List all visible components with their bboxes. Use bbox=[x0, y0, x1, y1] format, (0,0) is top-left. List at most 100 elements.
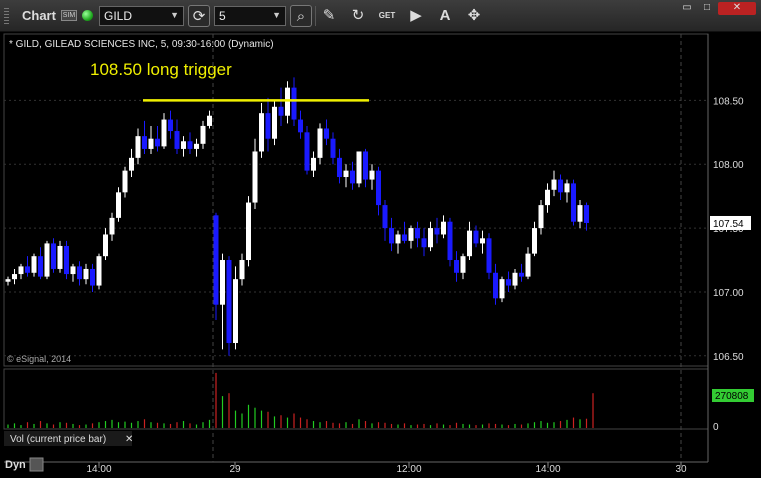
last-price-value: 107.54 bbox=[713, 219, 744, 230]
candle-body bbox=[512, 272, 518, 286]
text-icon[interactable]: A bbox=[434, 5, 456, 27]
copyright: © eSignal, 2014 bbox=[7, 354, 71, 364]
x-tick-label: 30 bbox=[675, 464, 687, 475]
candle-body bbox=[434, 228, 440, 235]
candle-body bbox=[252, 151, 258, 203]
candle-body bbox=[415, 228, 420, 239]
refresh-icon[interactable]: ⟳ bbox=[188, 5, 210, 27]
candle-body bbox=[408, 228, 414, 241]
candle-body bbox=[350, 170, 355, 184]
candle-body bbox=[259, 113, 264, 152]
last-volume-value: 270808 bbox=[715, 391, 749, 402]
search-icon[interactable]: ⌕ bbox=[290, 5, 312, 27]
candle-body bbox=[356, 151, 362, 184]
candle-body bbox=[213, 215, 219, 305]
candle-body bbox=[96, 256, 102, 286]
chart-header: * GILD, GILEAD SCIENCES INC, 5, 09:30-16… bbox=[9, 39, 274, 50]
candle-body bbox=[382, 205, 388, 229]
symbol-input[interactable]: GILD ▼ bbox=[99, 6, 184, 26]
candle-body bbox=[447, 221, 453, 261]
candle-body bbox=[25, 266, 30, 273]
candle-body bbox=[538, 205, 544, 229]
volume-panel-frame bbox=[3, 368, 709, 430]
candle-body bbox=[278, 106, 284, 116]
candle-body bbox=[168, 119, 173, 132]
candle-body bbox=[220, 260, 225, 305]
candle-body bbox=[181, 141, 186, 149]
get-icon[interactable]: GET bbox=[376, 5, 398, 27]
cycle-icon[interactable]: ↻ bbox=[347, 5, 369, 27]
candle-body bbox=[226, 260, 232, 344]
candle-body bbox=[135, 136, 141, 158]
candle-body bbox=[486, 238, 492, 273]
y-tick-label: 108.50 bbox=[713, 96, 744, 107]
candle-body bbox=[155, 138, 160, 147]
candle-body bbox=[311, 157, 316, 171]
candle-body bbox=[376, 170, 381, 206]
candle-body bbox=[272, 106, 277, 139]
pencil-icon[interactable]: ✎ bbox=[318, 5, 340, 27]
y-tick-label: 107.00 bbox=[713, 288, 744, 299]
minimize-button[interactable]: ▭ bbox=[678, 2, 696, 15]
candle-body bbox=[519, 272, 524, 277]
candle-body bbox=[467, 230, 472, 257]
candle-body bbox=[343, 170, 349, 178]
volume-bars bbox=[7, 372, 594, 428]
play-icon[interactable]: ▶ bbox=[405, 5, 427, 27]
maximize-button[interactable]: □ bbox=[698, 2, 716, 15]
x-tick-label: 29 bbox=[229, 464, 241, 475]
dyn-label[interactable]: Dyn bbox=[5, 459, 26, 471]
candle-body bbox=[564, 183, 570, 193]
x-axis-labels: 14:00 29 12:00 14:00 30 bbox=[86, 462, 687, 475]
candle-body bbox=[577, 205, 583, 222]
candle-body bbox=[369, 170, 375, 180]
candle-body bbox=[109, 217, 115, 235]
volume-zero-label: 0 bbox=[713, 422, 719, 433]
y-tick-label: 108.00 bbox=[713, 160, 744, 171]
candle-body bbox=[194, 143, 199, 149]
chevron-down-icon[interactable]: ▼ bbox=[170, 10, 179, 20]
close-button[interactable]: ✕ bbox=[718, 2, 756, 15]
candle-body bbox=[187, 141, 193, 149]
sim-badge: SIM bbox=[61, 10, 77, 21]
candle-body bbox=[64, 245, 69, 275]
last-price-tag: 107.54 bbox=[710, 215, 751, 230]
price-panel-frame bbox=[3, 33, 709, 367]
close-icon[interactable]: ✕ bbox=[125, 434, 133, 445]
candle-body bbox=[428, 228, 433, 248]
candle-body bbox=[31, 256, 37, 273]
candle-body bbox=[493, 272, 498, 299]
candle-body bbox=[324, 128, 329, 139]
interval-input[interactable]: 5 ▼ bbox=[214, 6, 286, 26]
toolbar-divider bbox=[315, 6, 316, 26]
x-tick-label: 12:00 bbox=[396, 464, 421, 475]
candle-body bbox=[285, 87, 290, 116]
candle-body bbox=[480, 238, 485, 244]
grip-icon[interactable] bbox=[4, 8, 9, 24]
candle-body bbox=[317, 128, 323, 158]
candle-body bbox=[200, 125, 206, 144]
candle-body bbox=[571, 183, 576, 222]
candle-body bbox=[83, 268, 89, 280]
chevron-down-icon[interactable]: ▼ bbox=[272, 10, 281, 20]
candle-body bbox=[389, 228, 394, 244]
candle-body bbox=[116, 192, 121, 218]
candle-body bbox=[551, 179, 557, 190]
chart-toolbar: Chart SIM GILD ▼ ⟳ 5 ▼ ⌕ ✎ ↻ GET ▶ A ✥ ▭… bbox=[0, 0, 761, 32]
price-chart[interactable]: * GILD, GILEAD SCIENCES INC, 5, 09:30-16… bbox=[0, 32, 761, 478]
candle-body bbox=[265, 113, 271, 139]
candle-body bbox=[122, 170, 128, 193]
candle-body bbox=[363, 151, 368, 180]
candle-body bbox=[473, 230, 479, 244]
candle-body bbox=[454, 260, 459, 273]
candle-body bbox=[233, 279, 238, 344]
candle-body bbox=[57, 245, 63, 269]
symbol-value: GILD bbox=[104, 9, 133, 23]
x-tick-label: 14:00 bbox=[535, 464, 560, 475]
candle-body bbox=[337, 157, 342, 178]
lock-icon[interactable] bbox=[29, 457, 44, 472]
interval-value: 5 bbox=[219, 9, 226, 23]
candle-body bbox=[402, 234, 407, 241]
crosshair-icon[interactable]: ✥ bbox=[463, 5, 485, 27]
candle-body bbox=[174, 131, 180, 149]
